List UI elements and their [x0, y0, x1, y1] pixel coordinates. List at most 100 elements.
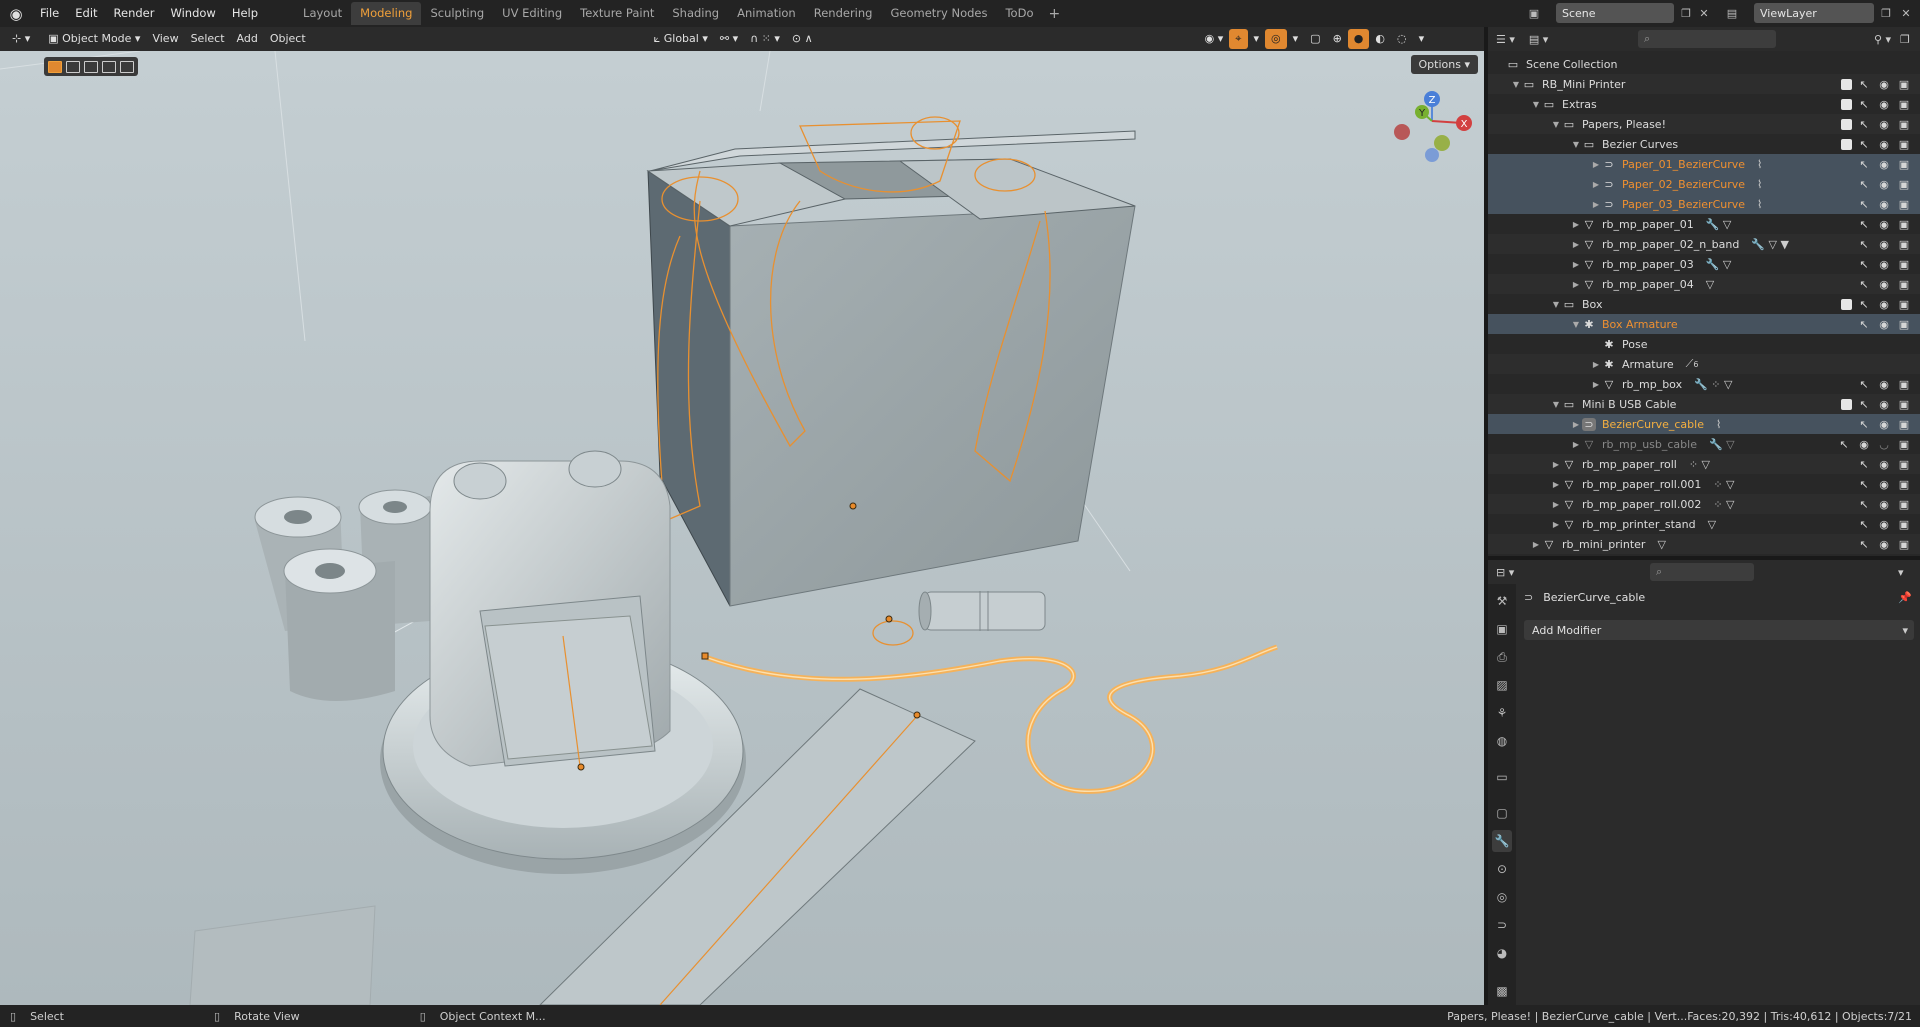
visibility-icon[interactable]: ◉ ▾ — [1199, 29, 1230, 49]
camera-icon[interactable]: ▣ — [1896, 118, 1912, 131]
camera-icon[interactable]: ▣ — [1896, 238, 1912, 251]
overlay-dropdown-icon[interactable]: ▾ — [1287, 29, 1305, 49]
eye-icon[interactable]: ◉ — [1876, 478, 1892, 491]
eye-icon[interactable]: ◉ — [1876, 458, 1892, 471]
tree-item-papers-please[interactable]: ▼ ▭ Papers, Please! ↖ ◉ ▣ — [1488, 114, 1920, 134]
tree-item-box[interactable]: ▼ ▭ Box ↖ ◉ ▣ — [1488, 294, 1920, 314]
material-shading-icon[interactable]: ◐ — [1369, 29, 1391, 49]
eye-icon[interactable]: ◉ — [1876, 138, 1892, 151]
eye-icon[interactable]: ◉ — [1876, 158, 1892, 171]
eye-icon[interactable]: ◉ — [1876, 198, 1892, 211]
eye-icon[interactable]: ◉ — [1876, 298, 1892, 311]
eye-icon[interactable]: ◉ — [1876, 118, 1892, 131]
select-toggle-icon[interactable]: ↖ — [1856, 178, 1872, 191]
select-subtract-icon[interactable] — [84, 60, 98, 73]
camera-icon[interactable]: ▣ — [1896, 398, 1912, 411]
tool-tab-icon[interactable]: ⚒ — [1492, 590, 1512, 612]
select-toggle-icon[interactable]: ↖ — [1856, 478, 1872, 491]
include-checkbox[interactable] — [1841, 138, 1852, 150]
eye-icon[interactable]: ◉ — [1876, 78, 1892, 91]
tree-item-extras[interactable]: ▼ ▭ Extras ↖ ◉ ▣ — [1488, 94, 1920, 114]
menu-file[interactable]: File — [32, 0, 67, 27]
add-workspace-icon[interactable]: + — [1042, 6, 1066, 22]
camera-icon[interactable]: ▣ — [1896, 178, 1912, 191]
snap-icon[interactable]: ∩ ⁙ ▾ — [744, 29, 786, 49]
gizmo-dropdown-icon[interactable]: ▾ — [1248, 29, 1266, 49]
tree-item-rb-mp-box[interactable]: ▶ ▽ rb_mp_box 🔧 ⁘ ▽ ↖ ◉ ▣ — [1488, 374, 1920, 394]
tree-item-bezier-curves[interactable]: ▼ ▭ Bezier Curves ↖ ◉ ▣ — [1488, 134, 1920, 154]
eye-icon[interactable]: ◉ — [1876, 258, 1892, 271]
tree-item-rb-mp-paper-roll[interactable]: ▶ ▽ rb_mp_paper_roll ⁘ ▽ ↖ ◉ ▣ — [1488, 454, 1920, 474]
camera-icon[interactable]: ▣ — [1896, 438, 1912, 451]
pivot-icon[interactable]: ⚯ ▾ — [714, 29, 744, 49]
camera-icon[interactable]: ▣ — [1896, 478, 1912, 491]
select-toggle-icon[interactable]: ↖ — [1856, 238, 1872, 251]
delete-scene-icon[interactable]: ✕ — [1694, 3, 1714, 23]
view-layer-tab-icon[interactable]: ▨ — [1492, 674, 1512, 696]
tree-item-rb-mp-paper-roll-001[interactable]: ▶ ▽ rb_mp_paper_roll.001 ⁘ ▽ ↖ ◉ ▣ — [1488, 474, 1920, 494]
3d-viewport[interactable]: Z Y X Options ▾ — [0, 51, 1484, 1005]
select-invert-icon[interactable] — [102, 60, 116, 73]
select-toggle-icon[interactable]: ↖ — [1856, 298, 1872, 311]
select-toggle-icon[interactable]: ↖ — [1856, 118, 1872, 131]
delete-viewlayer-icon[interactable]: ✕ — [1896, 3, 1916, 23]
include-checkbox[interactable] — [1841, 98, 1852, 110]
camera-icon[interactable]: ▣ — [1896, 518, 1912, 531]
tree-item-rb-mini-printer-mesh[interactable]: ▶ ▽ rb_mini_printer ▽ ↖ ◉ ▣ — [1488, 534, 1920, 554]
tree-item-armature[interactable]: ▶ ✱ Armature ⟋6 — [1488, 354, 1920, 374]
viewlayer-field[interactable]: ViewLayer — [1754, 3, 1874, 23]
select-toggle-icon[interactable]: ↖ — [1856, 278, 1872, 291]
select-extend-icon[interactable] — [66, 60, 80, 73]
menu-object[interactable]: Object — [264, 29, 312, 49]
usb-connector-model[interactable] — [918, 591, 1046, 631]
select-toggle-icon[interactable]: ↖ — [1856, 418, 1872, 431]
tree-item-paper-01-beziercurve[interactable]: ▶ ⊃ Paper_01_BezierCurve ⌇ ↖ ◉ ▣ — [1488, 154, 1920, 174]
select-toggle-icon[interactable]: ↖ — [1856, 78, 1872, 91]
new-viewlayer-icon[interactable]: ❐ — [1876, 3, 1896, 23]
xray-icon[interactable]: ▢ — [1304, 29, 1326, 49]
tree-item-rb-mp-paper-04[interactable]: ▶ ▽ rb_mp_paper_04 ▽ ↖ ◉ ▣ — [1488, 274, 1920, 294]
tab-animation[interactable]: Animation — [728, 2, 805, 25]
select-new-icon[interactable] — [48, 60, 62, 73]
tab-geometry-nodes[interactable]: Geometry Nodes — [881, 2, 996, 25]
rendered-shading-icon[interactable]: ◌ — [1391, 29, 1413, 49]
eye-icon[interactable]: ◉ — [1876, 98, 1892, 111]
select-toggle-icon[interactable]: ↖ — [1856, 398, 1872, 411]
menu-help[interactable]: Help — [224, 0, 266, 27]
modifier-tab-icon[interactable]: 🔧 — [1492, 830, 1512, 852]
camera-icon[interactable]: ▣ — [1896, 318, 1912, 331]
select-toggle-icon[interactable]: ↖ — [1856, 378, 1872, 391]
menu-render[interactable]: Render — [106, 0, 163, 27]
camera-icon[interactable]: ▣ — [1896, 98, 1912, 111]
mode-select[interactable]: ▣ Object Mode ▾ — [42, 29, 146, 49]
menu-select[interactable]: Select — [185, 29, 231, 49]
menu-edit[interactable]: Edit — [67, 0, 105, 27]
tab-shading[interactable]: Shading — [663, 2, 728, 25]
data-tab-icon[interactable]: ⊃ — [1492, 914, 1512, 936]
tree-item-rb-mp-paper-02-n-band[interactable]: ▶ ▽ rb_mp_paper_02_n_band 🔧 ▽ ▼ ↖ ◉ ▣ — [1488, 234, 1920, 254]
tab-uv-editing[interactable]: UV Editing — [493, 2, 571, 25]
tree-item-rb-mini-printer[interactable]: ▼ ▭ RB_Mini Printer ↖ ◉ ▣ — [1488, 74, 1920, 94]
camera-icon[interactable]: ▣ — [1896, 538, 1912, 551]
output-tab-icon[interactable]: ⎙ — [1492, 646, 1512, 668]
outliner-editor-icon[interactable]: ☰ ▾ — [1496, 33, 1515, 46]
scene-field[interactable]: Scene — [1556, 3, 1674, 23]
viewlayer-browse-icon[interactable]: ▤ — [1722, 3, 1742, 23]
world-tab-icon[interactable]: ◍ — [1492, 730, 1512, 752]
tree-item-box-armature[interactable]: ▼ ✱ Box Armature ↖ ◉ ▣ — [1488, 314, 1920, 334]
scene-tab-icon[interactable]: ⚘ — [1492, 702, 1512, 724]
overlay-toggle-icon[interactable]: ◎ — [1265, 29, 1287, 49]
options-button[interactable]: Options ▾ — [1410, 55, 1478, 74]
camera-icon[interactable]: ▣ — [1896, 158, 1912, 171]
eye-icon[interactable]: ◉ — [1876, 238, 1892, 251]
camera-icon[interactable]: ▣ — [1896, 498, 1912, 511]
select-toggle-icon[interactable]: ↖ — [1856, 458, 1872, 471]
eye-icon[interactable]: ◉ — [1876, 378, 1892, 391]
printer-body[interactable] — [429, 450, 671, 767]
tree-item-scene-collection[interactable]: ▭ Scene Collection — [1488, 54, 1920, 74]
camera-icon[interactable]: ▣ — [1896, 378, 1912, 391]
include-checkbox[interactable] — [1841, 78, 1852, 90]
viewport-scene[interactable]: Z Y X — [0, 51, 1484, 1005]
solid-shading-icon[interactable]: ● — [1347, 29, 1370, 49]
eye-icon[interactable]: ◉ — [1856, 438, 1872, 451]
